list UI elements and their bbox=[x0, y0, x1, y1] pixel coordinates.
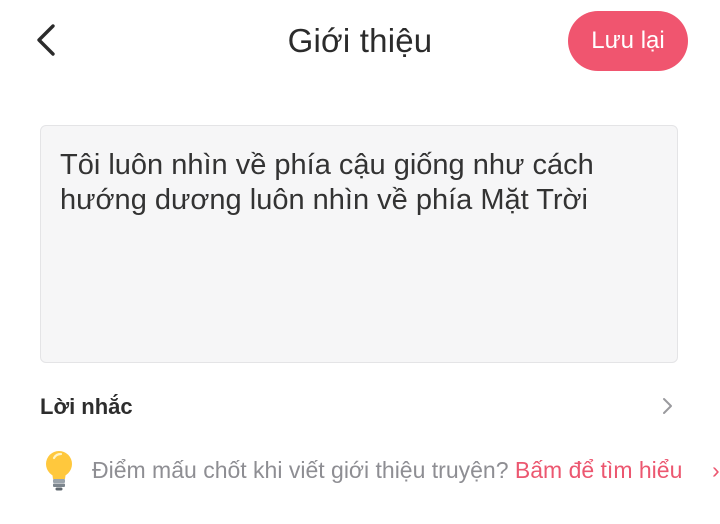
intro-textarea[interactable]: Tôi luôn nhìn về phía cậu giống như cách… bbox=[40, 125, 678, 363]
save-button[interactable]: Lưu lại bbox=[568, 11, 688, 71]
tip-message: Điểm mấu chốt khi viết giới thiệu truyện… bbox=[92, 457, 515, 483]
intro-text: Tôi luôn nhìn về phía cậu giống như cách… bbox=[60, 149, 594, 216]
reminder-row[interactable]: Lời nhắc bbox=[40, 388, 680, 426]
header: Giới thiệu Lưu lại bbox=[0, 0, 720, 84]
reminder-label: Lời nhắc bbox=[40, 394, 133, 419]
tip-more-icon[interactable]: › bbox=[712, 457, 720, 484]
intro-editor-page: Giới thiệu Lưu lại Tôi luôn nhìn về phía… bbox=[0, 0, 720, 524]
tip-row: Điểm mấu chốt khi viết giới thiệu truyện… bbox=[40, 448, 720, 492]
tip-text: Điểm mấu chốt khi viết giới thiệu truyện… bbox=[92, 457, 682, 484]
tip-link[interactable]: Bấm để tìm hiểu bbox=[515, 457, 682, 483]
lightbulb-icon bbox=[46, 451, 72, 491]
chevron-right-icon bbox=[663, 398, 672, 414]
